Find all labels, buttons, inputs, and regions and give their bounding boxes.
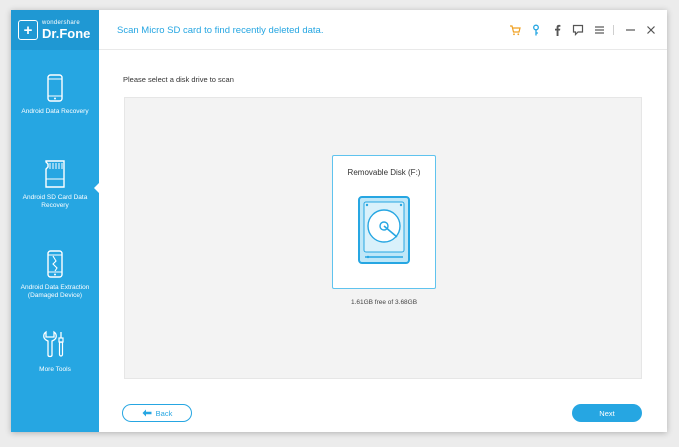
title-bar: Scan Micro SD card to find recently dele…	[99, 10, 667, 50]
sd-card-icon	[45, 160, 65, 188]
page-title: Scan Micro SD card to find recently dele…	[117, 25, 324, 36]
sidebar-item-android-data-extraction[interactable]: Android Data Extraction (Damaged Device)	[11, 250, 99, 300]
sidebar-item-more-tools[interactable]: More Tools	[11, 330, 99, 374]
next-button-label: Next	[599, 408, 615, 418]
main-content: Please select a disk drive to scan Remov…	[99, 50, 667, 432]
tools-icon	[43, 330, 64, 358]
disk-list-panel: Removable Disk (F:) 1.61GB free of 3.68G…	[124, 97, 642, 379]
menu-icon[interactable]	[591, 22, 607, 38]
sidebar-item-label: More Tools	[39, 366, 71, 373]
close-icon[interactable]	[643, 22, 659, 38]
sidebar-item-label: Android Data Extraction (Damaged Device)	[20, 284, 90, 299]
disk-free-space: 1.61GB free of 3.68GB	[350, 299, 418, 306]
sidebar-item-label: Android SD Card Data Recovery	[22, 194, 88, 209]
next-button[interactable]: Next	[572, 404, 642, 422]
facebook-icon[interactable]	[549, 22, 565, 38]
cart-icon[interactable]	[507, 22, 523, 38]
sidebar-item-label: Android Data Recovery	[21, 108, 89, 115]
minimize-icon[interactable]	[622, 22, 638, 38]
feedback-icon[interactable]	[570, 22, 586, 38]
sidebar: + wondershare Dr.Fone Android Data Recov…	[11, 10, 100, 432]
back-button-label: Back	[155, 408, 173, 418]
key-icon[interactable]	[528, 22, 544, 38]
app-logo: + wondershare Dr.Fone	[11, 10, 99, 50]
disk-name: Removable Disk (F:)	[347, 168, 421, 177]
removable-disk-card[interactable]: Removable Disk (F:)	[332, 155, 436, 289]
drfone-logo-icon: +	[18, 20, 38, 40]
scan-prompt: Please select a disk drive to scan	[123, 75, 234, 84]
hard-drive-icon	[358, 196, 410, 264]
header-divider	[613, 25, 614, 35]
back-arrow-icon	[142, 409, 152, 417]
header-icons	[502, 22, 659, 38]
app-window: + wondershare Dr.Fone Android Data Recov…	[11, 10, 667, 432]
sidebar-item-sd-card-recovery[interactable]: Android SD Card Data Recovery	[11, 120, 100, 230]
back-button[interactable]: Back	[122, 404, 192, 422]
broken-phone-icon	[47, 250, 63, 278]
phone-icon	[47, 74, 63, 102]
logo-name: Dr.Fone	[42, 26, 91, 41]
sidebar-item-android-data-recovery[interactable]: Android Data Recovery	[11, 74, 99, 116]
